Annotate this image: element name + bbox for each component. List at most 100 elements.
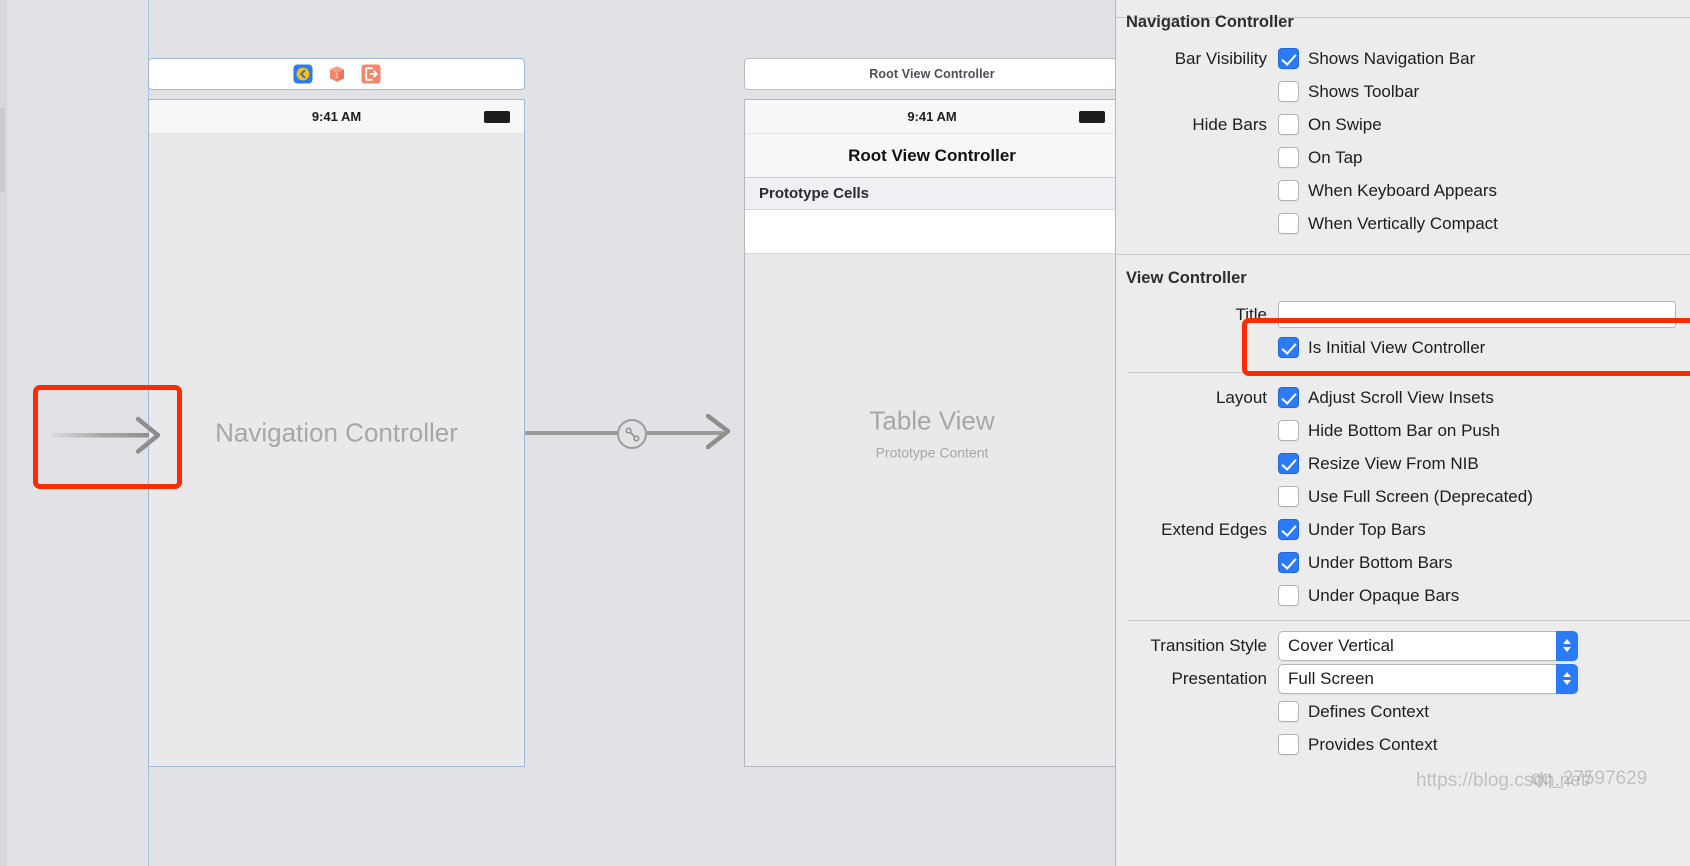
scene-dock-navigation-controller[interactable]: 1 — [148, 58, 525, 90]
nav-controller-placeholder: Navigation Controller — [149, 418, 524, 449]
extend-edges-under-top-bars-label[interactable]: Under Top Bars — [1308, 520, 1426, 540]
hide-bars-when-keyboard-appears-label[interactable]: When Keyboard Appears — [1308, 181, 1497, 201]
shows-navigation-bar-label[interactable]: Shows Navigation Bar — [1308, 49, 1475, 69]
row-control: On Swipe — [1278, 114, 1382, 135]
row-control — [1278, 301, 1676, 328]
provides-context-checkbox[interactable] — [1278, 734, 1299, 755]
inspector-row-adjust-scroll-view-insets: Layout Adjust Scroll View Insets — [1116, 381, 1690, 414]
app-window: 1 9:41 AM Navigation Controller Root Vie… — [0, 0, 1690, 866]
row-label: Bar Visibility — [1174, 48, 1267, 68]
battery-icon-right — [1079, 110, 1105, 123]
presentation-popup[interactable]: Full Screen — [1278, 663, 1578, 694]
svg-text:1: 1 — [335, 73, 339, 80]
inspector-row-hide-bars-on-swipe: Hide Bars On Swipe — [1116, 108, 1690, 141]
prototype-cells-header-label: Prototype Cells — [759, 185, 870, 202]
extend-edges-under-opaque-bars-checkbox[interactable] — [1278, 585, 1299, 606]
row-control: Under Top Bars — [1278, 519, 1426, 540]
exit-icon[interactable] — [361, 64, 381, 84]
row-control: Cover Vertical — [1278, 630, 1578, 661]
attributes-inspector-panel[interactable]: Navigation Controller Bar Visibility Shows… — [1115, 0, 1690, 866]
inspector-row-shows-toolbar: Shows Toolbar — [1116, 75, 1690, 108]
nav-controller-placeholder-title: Navigation Controller — [215, 417, 458, 448]
hide-bars-when-vertically-compact-checkbox[interactable] — [1278, 213, 1299, 234]
provides-context-label[interactable]: Provides Context — [1308, 735, 1437, 755]
hide-bars-on-tap-label[interactable]: On Tap — [1308, 148, 1363, 168]
row-control: Under Bottom Bars — [1278, 552, 1453, 573]
first-responder-icon[interactable]: 1 — [327, 64, 347, 84]
inspector-section-navigation-controller: Navigation Controller Bar Visibility Shows… — [1116, 13, 1690, 240]
prototype-cells-header: Prototype Cells — [745, 178, 1115, 210]
resize-view-from-nib-checkbox[interactable] — [1278, 453, 1299, 474]
shows-navigation-bar-checkbox[interactable] — [1278, 48, 1299, 69]
row-control: Under Opaque Bars — [1278, 585, 1459, 606]
status-bar-left: 9:41 AM — [149, 100, 524, 134]
navigation-bar: Root View Controller — [745, 134, 1115, 178]
transition-style-popup[interactable]: Cover Vertical — [1278, 630, 1578, 661]
extend-edges-under-bottom-bars-label[interactable]: Under Bottom Bars — [1308, 553, 1453, 573]
popup-stepper-arrows-icon[interactable] — [1556, 630, 1578, 661]
relationship-segue-badge[interactable] — [617, 419, 647, 449]
defines-context-label[interactable]: Defines Context — [1308, 702, 1429, 722]
scene-root-view-controller[interactable]: Root View Controller 9:41 AM Root View C… — [744, 58, 1115, 767]
row-control: Is Initial View Controller — [1278, 337, 1485, 358]
is-initial-view-controller-label[interactable]: Is Initial View Controller — [1308, 338, 1485, 358]
row-control: Shows Toolbar — [1278, 81, 1419, 102]
extend-edges-under-bottom-bars-checkbox[interactable] — [1278, 552, 1299, 573]
adjust-scroll-view-insets-checkbox[interactable] — [1278, 387, 1299, 408]
use-full-screen-deprecated-label[interactable]: Use Full Screen (Deprecated) — [1308, 487, 1533, 507]
watermark-right: qq_27597629 — [1531, 768, 1648, 789]
hide-bars-on-tap-checkbox[interactable] — [1278, 147, 1299, 168]
row-control: Adjust Scroll View Insets — [1278, 387, 1494, 408]
inspector-row-resize-view-from-nib: Resize View From NIB — [1116, 447, 1690, 480]
inspector-section-view-controller: View Controller Title Is Initial View Cont… — [1116, 269, 1690, 761]
extend-edges-under-top-bars-checkbox[interactable] — [1278, 519, 1299, 540]
row-label: Hide Bars — [1192, 114, 1267, 134]
hide-bars-when-keyboard-appears-checkbox[interactable] — [1278, 180, 1299, 201]
row-control: Shows Navigation Bar — [1278, 48, 1475, 69]
battery-icon-left — [484, 110, 510, 123]
shows-toolbar-checkbox[interactable] — [1278, 81, 1299, 102]
prototype-cell-row[interactable] — [745, 210, 1115, 254]
row-control: When Vertically Compact — [1278, 213, 1498, 234]
hide-bars-on-swipe-checkbox[interactable] — [1278, 114, 1299, 135]
document-outline-stub-accent — [0, 108, 5, 192]
status-time-right: 9:41 AM — [907, 109, 957, 124]
hide-bars-on-swipe-label[interactable]: On Swipe — [1308, 115, 1382, 135]
inspector-section-divider — [1116, 254, 1690, 255]
view-controller-icon[interactable] — [293, 64, 313, 84]
initial-view-controller-entry-arrow[interactable] — [52, 412, 167, 465]
shows-toolbar-label[interactable]: Shows Toolbar — [1308, 82, 1419, 102]
inspector-row-hide-bars-when-vertically-compact: When Vertically Compact — [1116, 207, 1690, 240]
device-root-view-controller[interactable]: 9:41 AM Root View Controller Prototype C… — [744, 99, 1115, 767]
inspector-row-hide-bars-on-tap: On Tap — [1116, 141, 1690, 174]
device-navigation-controller[interactable]: 9:41 AM Navigation Controller — [148, 99, 525, 767]
transition-style-popup-value: Cover Vertical — [1288, 635, 1394, 655]
watermark-left: https://blog.csdn.net/ — [1416, 770, 1592, 791]
scene-navigation-controller[interactable]: 1 9:41 AM Navigation Controller — [148, 58, 525, 767]
inspector-row-separator — [1128, 620, 1690, 621]
row-control: Defines Context — [1278, 701, 1429, 722]
segue-line-left[interactable] — [525, 431, 621, 435]
inspector-row-hide-bottom-bar-on-push: Hide Bottom Bar on Push — [1116, 414, 1690, 447]
scene-dock-root-view-controller[interactable]: Root View Controller — [744, 58, 1115, 90]
hide-bottom-bar-on-push-label[interactable]: Hide Bottom Bar on Push — [1308, 421, 1500, 441]
hide-bottom-bar-on-push-checkbox[interactable] — [1278, 420, 1299, 441]
use-full-screen-deprecated-checkbox[interactable] — [1278, 486, 1299, 507]
table-view-placeholder-subtitle: Prototype Content — [875, 444, 989, 461]
title-field[interactable] — [1278, 301, 1676, 328]
hide-bars-when-vertically-compact-label[interactable]: When Vertically Compact — [1308, 214, 1498, 234]
is-initial-view-controller-checkbox[interactable] — [1278, 337, 1299, 358]
row-control: On Tap — [1278, 147, 1363, 168]
row-control: Full Screen — [1278, 663, 1578, 694]
extend-edges-under-opaque-bars-label[interactable]: Under Opaque Bars — [1308, 586, 1459, 606]
inspector-row-shows-navigation-bar: Bar Visibility Shows Navigation Bar — [1116, 42, 1690, 75]
adjust-scroll-view-insets-label[interactable]: Adjust Scroll View Insets — [1308, 388, 1494, 408]
resize-view-from-nib-label[interactable]: Resize View From NIB — [1308, 454, 1479, 474]
navigation-bar-title: Root View Controller — [848, 145, 1016, 165]
inspector-row-extend-edges-under-top-bars: Extend Edges Under Top Bars — [1116, 513, 1690, 546]
popup-stepper-arrows-icon[interactable] — [1556, 663, 1578, 694]
row-control: Hide Bottom Bar on Push — [1278, 420, 1500, 441]
storyboard-canvas[interactable]: 1 9:41 AM Navigation Controller Root Vie… — [0, 0, 1115, 866]
defines-context-checkbox[interactable] — [1278, 701, 1299, 722]
row-control: Use Full Screen (Deprecated) — [1278, 486, 1533, 507]
